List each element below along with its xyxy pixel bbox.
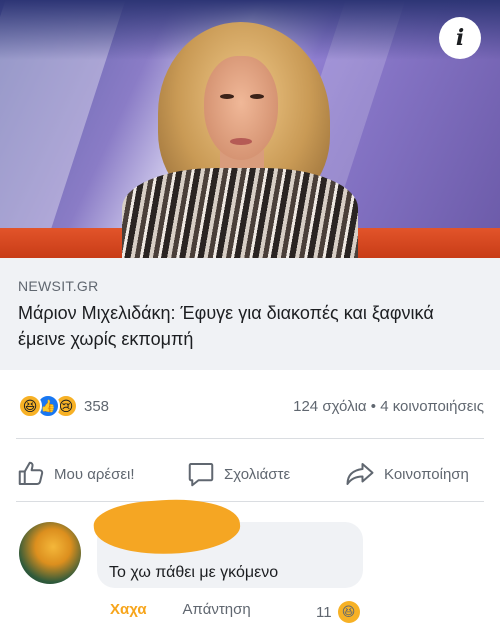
- comments-shares-count[interactable]: 124 σχόλια • 4 κοινοποιήσεις: [293, 398, 484, 415]
- like-label: Μου αρέσει!: [54, 465, 135, 483]
- link-preview-image[interactable]: i: [0, 0, 500, 258]
- reactions-summary[interactable]: 😆 👍 😢 358: [18, 392, 109, 420]
- info-icon[interactable]: i: [439, 17, 481, 59]
- share-arrow-icon: [346, 463, 374, 485]
- post-actions-bar: Μου αρέσει! Σχολιάστε Κοινοποίηση: [0, 455, 500, 493]
- comment-text: Το χω πάθει με γκόμενο: [109, 564, 279, 581]
- thumbs-up-icon: [18, 461, 44, 485]
- comment-button[interactable]: Σχολιάστε: [186, 459, 290, 489]
- share-button[interactable]: Κοινοποίηση: [344, 459, 469, 489]
- comment-reaction-count[interactable]: 11 😆: [316, 601, 360, 623]
- comment-reaction-number: 11: [316, 603, 332, 621]
- commenter-avatar[interactable]: [19, 522, 81, 584]
- link-preview-caption[interactable]: NEWSIT.GR Μάριον Μιχελιδάκη: Έφυγε για δ…: [0, 258, 500, 370]
- comment-actions: Χαχα Απάντηση: [110, 601, 251, 618]
- comment-label: Σχολιάστε: [224, 465, 291, 483]
- divider: [16, 438, 484, 439]
- link-source: NEWSIT.GR: [18, 278, 99, 294]
- comment-bubble-icon: [188, 463, 214, 487]
- haha-reaction-icon: 😆: [18, 394, 42, 418]
- link-headline[interactable]: Μάριον Μιχελιδάκη: Έφυγε για διακοπές κα…: [18, 300, 482, 352]
- like-button[interactable]: Μου αρέσει!: [16, 459, 135, 489]
- haha-reaction-icon: 😆: [337, 601, 360, 623]
- reaction-count: 358: [84, 397, 110, 415]
- divider: [16, 501, 484, 502]
- presenter-blouse: [122, 168, 358, 258]
- comment-reply-button[interactable]: Απάντηση: [183, 601, 251, 618]
- comment-haha-button[interactable]: Χαχα: [110, 601, 147, 618]
- share-label: Κοινοποίηση: [384, 465, 469, 483]
